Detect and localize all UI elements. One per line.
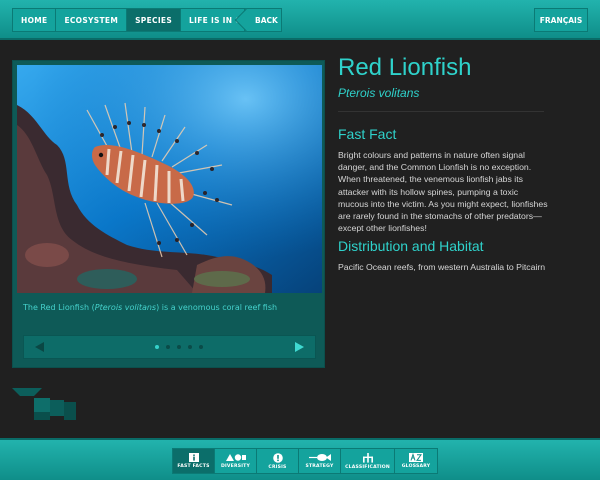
nav-home-button[interactable]: HOME bbox=[13, 9, 57, 31]
tab-label: STRATEGY bbox=[305, 464, 334, 469]
species-scientific-name: Pterois volitans bbox=[338, 86, 420, 100]
back-button[interactable]: BACK bbox=[244, 8, 282, 32]
tab-label: DIVERSITY bbox=[220, 464, 251, 469]
shapes-icon bbox=[225, 454, 246, 461]
lionfish-photo bbox=[17, 65, 322, 293]
info-icon bbox=[188, 453, 199, 462]
fish-icon bbox=[308, 454, 331, 461]
tab-fast-facts[interactable]: FAST FACTS bbox=[173, 449, 215, 473]
nav-species-button[interactable]: SPECIES bbox=[127, 9, 182, 31]
caption-prefix: The Red Lionfish ( bbox=[23, 303, 95, 312]
caption-scientific-name: Pterois volitans bbox=[94, 303, 157, 312]
tab-label: CRISIS bbox=[268, 464, 287, 470]
next-slide-button[interactable] bbox=[287, 336, 311, 358]
bottom-tab-bar: FAST FACTS DIVERSITY CRISIS STRATEGY CLA… bbox=[0, 438, 600, 480]
fast-fact-text: Bright colours and patterns in nature of… bbox=[338, 150, 548, 234]
alert-icon bbox=[272, 452, 283, 463]
slide-dot[interactable] bbox=[155, 345, 159, 349]
language-button[interactable]: FRANÇAIS bbox=[534, 8, 588, 32]
section-tabs: FAST FACTS DIVERSITY CRISIS STRATEGY CLA… bbox=[172, 448, 438, 474]
distribution-heading: Distribution and Habitat bbox=[338, 238, 484, 254]
top-nav-bar: HOME ECOSYSTEM SPECIES LIFE IS IN CRISIS… bbox=[0, 0, 600, 40]
tab-label: GLOSSARY bbox=[401, 464, 431, 469]
triangle-right-icon bbox=[295, 342, 304, 352]
slide-dot[interactable] bbox=[199, 345, 203, 349]
triangle-left-icon bbox=[35, 342, 44, 352]
slide-dot[interactable] bbox=[166, 345, 170, 349]
lionfish-illustration bbox=[17, 65, 322, 293]
az-icon bbox=[409, 453, 423, 462]
nav-ecosystem-button[interactable]: ECOSYSTEM bbox=[56, 9, 128, 31]
tab-label: FAST FACTS bbox=[177, 464, 210, 469]
tab-strategy[interactable]: STRATEGY bbox=[299, 449, 341, 473]
previous-slide-button[interactable] bbox=[28, 336, 52, 358]
tab-classification[interactable]: CLASSIFICATION bbox=[341, 449, 395, 473]
divider bbox=[338, 111, 544, 112]
slide-dot[interactable] bbox=[177, 345, 181, 349]
caption-suffix: ) is a venomous coral reef fish bbox=[156, 303, 278, 312]
gallery-slider bbox=[23, 335, 316, 359]
tab-crisis[interactable]: CRISIS bbox=[257, 449, 299, 473]
tab-diversity[interactable]: DIVERSITY bbox=[215, 449, 257, 473]
photo-caption: The Red Lionfish (Pterois volitans) is a… bbox=[23, 303, 277, 312]
fast-fact-heading: Fast Fact bbox=[338, 126, 397, 142]
distribution-text: Pacific Ocean reefs, from western Austra… bbox=[338, 262, 546, 272]
photo-gallery-panel: The Red Lionfish (Pterois volitans) is a… bbox=[12, 60, 325, 368]
back-button-label: BACK bbox=[255, 15, 278, 25]
species-title: Red Lionfish bbox=[338, 54, 472, 81]
museum-logo bbox=[12, 388, 76, 420]
tab-label: CLASSIFICATION bbox=[345, 464, 390, 470]
slide-dot[interactable] bbox=[188, 345, 192, 349]
slide-indicator bbox=[155, 345, 203, 349]
tab-glossary[interactable]: GLOSSARY bbox=[395, 449, 437, 473]
tree-icon bbox=[362, 452, 373, 463]
